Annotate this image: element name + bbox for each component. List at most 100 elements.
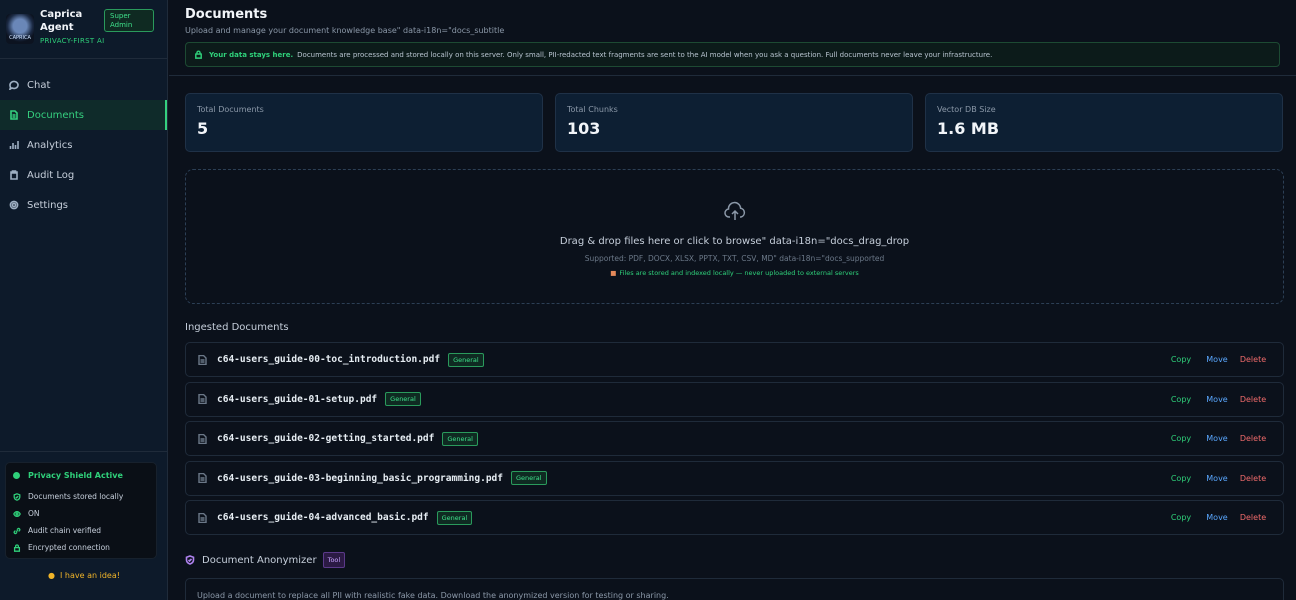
lock-icon: ■ bbox=[610, 269, 617, 277]
lock-icon bbox=[195, 50, 202, 59]
file-icon bbox=[198, 394, 207, 404]
document-name: c64-users_guide-02-getting_started.pdf bbox=[217, 433, 435, 444]
dropzone-local-note: ■ Files are stored and indexed locally — … bbox=[610, 269, 859, 277]
eye-icon bbox=[13, 510, 21, 517]
privacy-item: Documents stored locally bbox=[13, 488, 149, 505]
stat-value: 103 bbox=[567, 119, 601, 138]
sidebar-divider bbox=[0, 451, 168, 452]
copy-button[interactable]: Copy bbox=[1163, 355, 1199, 364]
brand-name: Caprica Agent bbox=[40, 9, 83, 33]
anonymizer-panel[interactable]: Upload a document to replace all PII wit… bbox=[185, 578, 1284, 600]
copy-button[interactable]: Copy bbox=[1163, 434, 1199, 443]
tool-badge: Tool bbox=[322, 552, 346, 568]
move-button[interactable]: Move bbox=[1199, 395, 1235, 404]
sidebar-item-chat[interactable]: Chat bbox=[0, 70, 167, 100]
delete-button[interactable]: Delete bbox=[1235, 434, 1271, 443]
sidebar-item-label: Documents bbox=[27, 109, 85, 121]
stat-label: Total Documents bbox=[197, 105, 264, 114]
delete-button[interactable]: Delete bbox=[1235, 513, 1271, 522]
stat-card-total-documents: Total Documents 5 bbox=[185, 93, 543, 152]
document-name: c64-users_guide-00-toc_introduction.pdf bbox=[217, 354, 441, 365]
stat-card-total-chunks: Total Chunks 103 bbox=[555, 93, 913, 152]
move-button[interactable]: Move bbox=[1199, 355, 1235, 364]
row-actions: Copy Move Delete bbox=[1163, 434, 1271, 443]
category-tag: General bbox=[385, 392, 421, 406]
document-row: c64-users_guide-00-toc_introduction.pdf … bbox=[185, 342, 1284, 377]
privacy-banner: Your data stays here. Documents are proc… bbox=[185, 42, 1280, 67]
sidebar-item-label: Analytics bbox=[27, 139, 73, 151]
role-badge: Super Admin bbox=[104, 9, 154, 32]
file-icon bbox=[198, 473, 207, 483]
sidebar: CAPRICA Caprica Agent PRIVACY-FIRST AI S… bbox=[0, 0, 168, 600]
move-button[interactable]: Move bbox=[1199, 474, 1235, 483]
row-actions: Copy Move Delete bbox=[1163, 355, 1271, 364]
document-icon bbox=[10, 110, 18, 120]
shield-check-icon bbox=[13, 492, 21, 501]
document-row: c64-users_guide-02-getting_started.pdf G… bbox=[185, 421, 1284, 456]
page-header: Documents Upload and manage your documen… bbox=[169, 0, 1296, 76]
move-button[interactable]: Move bbox=[1199, 434, 1235, 443]
document-row: c64-users_guide-04-advanced_basic.pdf Ge… bbox=[185, 500, 1284, 535]
privacy-item: Encrypted connection bbox=[13, 539, 149, 556]
delete-button[interactable]: Delete bbox=[1235, 395, 1271, 404]
brand-header: CAPRICA Caprica Agent PRIVACY-FIRST AI S… bbox=[0, 0, 167, 59]
document-list: c64-users_guide-00-toc_introduction.pdf … bbox=[185, 342, 1284, 540]
anonymizer-header: Document Anonymizer Tool bbox=[185, 552, 346, 568]
file-icon bbox=[198, 433, 207, 444]
shield-icon bbox=[185, 555, 195, 565]
idea-button[interactable]: ● I have an idea! bbox=[0, 571, 168, 580]
banner-strong: Your data stays here. bbox=[209, 50, 294, 59]
document-row: c64-users_guide-03-beginning_basic_progr… bbox=[185, 460, 1284, 496]
stat-value: 1.6 MB bbox=[937, 119, 1000, 138]
ingested-documents-title: Ingested Documents bbox=[185, 322, 289, 333]
analytics-icon bbox=[9, 141, 19, 149]
sidebar-item-settings[interactable]: Settings bbox=[0, 190, 167, 220]
move-button[interactable]: Move bbox=[1199, 513, 1235, 522]
anonymizer-title: Document Anonymizer bbox=[202, 554, 317, 566]
sidebar-item-label: Chat bbox=[27, 79, 51, 91]
document-name: c64-users_guide-01-setup.pdf bbox=[217, 393, 378, 405]
sidebar-item-audit-log[interactable]: Audit Log bbox=[0, 160, 167, 190]
category-tag: General bbox=[442, 431, 478, 446]
stat-value: 5 bbox=[197, 119, 209, 138]
copy-button[interactable]: Copy bbox=[1163, 474, 1199, 483]
privacy-item: ON bbox=[13, 505, 149, 522]
privacy-shield-panel: Privacy Shield Active Documents stored l… bbox=[5, 462, 157, 559]
lock-icon bbox=[13, 543, 21, 552]
delete-button[interactable]: Delete bbox=[1235, 355, 1271, 364]
main-content: Documents Upload and manage your documen… bbox=[169, 0, 1296, 600]
stat-label: Total Chunks bbox=[567, 105, 618, 114]
lightbulb-icon: ● bbox=[48, 571, 56, 580]
page-subtitle: Upload and manage your document knowledg… bbox=[185, 26, 505, 35]
row-actions: Copy Move Delete bbox=[1163, 474, 1271, 483]
gear-icon bbox=[9, 200, 19, 210]
page-title: Documents bbox=[185, 7, 268, 22]
sidebar-item-analytics[interactable]: Analytics bbox=[0, 130, 167, 160]
app-logo: CAPRICA bbox=[6, 14, 34, 44]
status-dot-icon bbox=[13, 472, 20, 479]
upload-dropzone[interactable]: Drag & drop files here or click to brows… bbox=[185, 169, 1284, 304]
sidebar-nav: Chat Documents Analytics Audit Log Setti… bbox=[0, 70, 167, 220]
copy-button[interactable]: Copy bbox=[1163, 513, 1199, 522]
link-icon bbox=[13, 527, 21, 534]
copy-button[interactable]: Copy bbox=[1163, 395, 1199, 404]
row-actions: Copy Move Delete bbox=[1163, 513, 1271, 522]
delete-button[interactable]: Delete bbox=[1235, 474, 1271, 483]
document-name: c64-users_guide-03-beginning_basic_progr… bbox=[217, 472, 503, 484]
sidebar-item-label: Settings bbox=[27, 199, 69, 211]
file-icon bbox=[198, 512, 207, 523]
category-tag: General bbox=[448, 352, 484, 367]
cloud-upload-icon bbox=[723, 201, 745, 220]
privacy-shield-title: Privacy Shield Active bbox=[13, 471, 149, 480]
anonymizer-description: Upload a document to replace all PII wit… bbox=[197, 591, 669, 600]
sidebar-item-label: Audit Log bbox=[27, 169, 75, 181]
document-row: c64-users_guide-01-setup.pdf General Cop… bbox=[185, 381, 1284, 417]
stats-row: Total Documents 5 Total Chunks 103 Vecto… bbox=[185, 93, 1283, 152]
document-name: c64-users_guide-04-advanced_basic.pdf bbox=[217, 512, 429, 523]
privacy-item: Audit chain verified bbox=[13, 522, 149, 539]
category-tag: General bbox=[436, 510, 473, 525]
chat-icon bbox=[9, 80, 19, 90]
category-tag: General bbox=[510, 471, 547, 485]
sidebar-item-documents[interactable]: Documents bbox=[0, 100, 167, 130]
brand-tagline: PRIVACY-FIRST AI bbox=[40, 37, 105, 45]
